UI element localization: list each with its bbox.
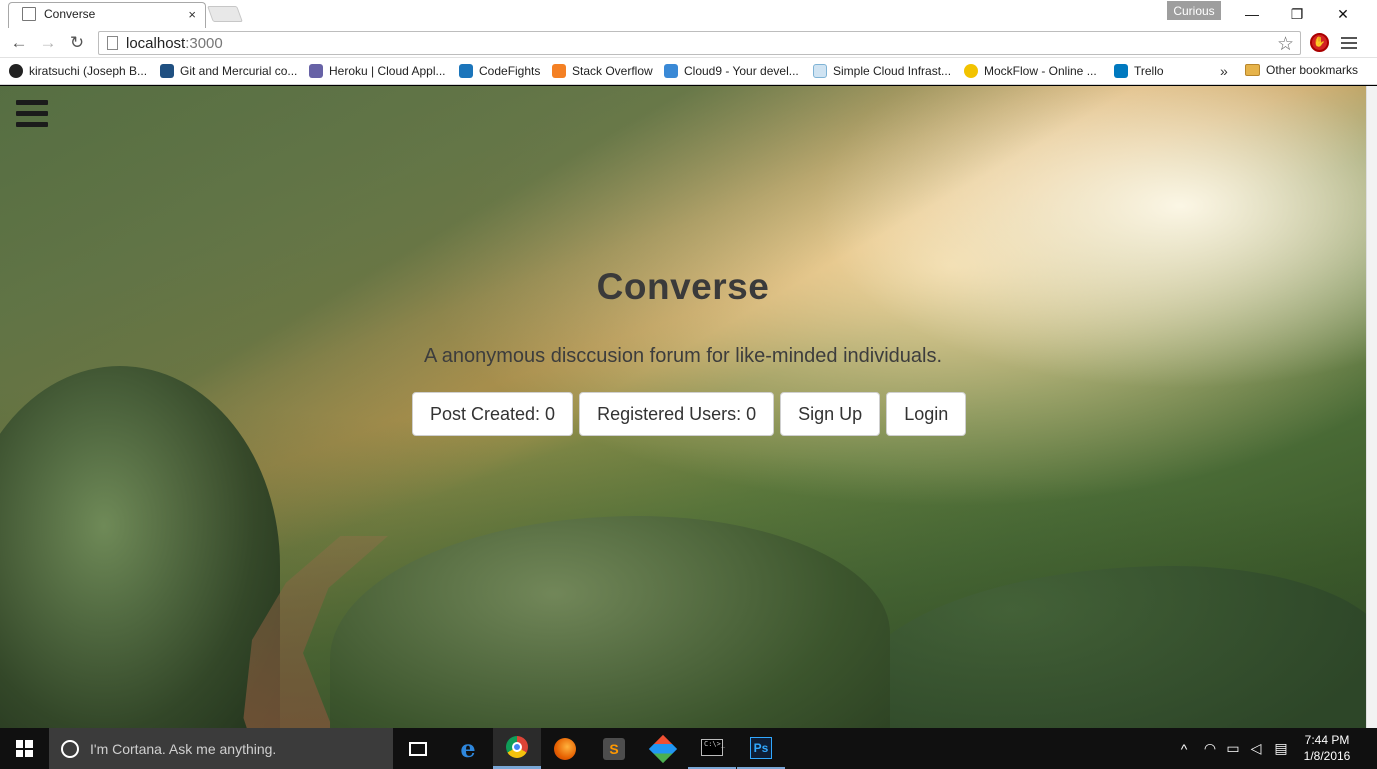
login-button[interactable]: Login <box>886 392 967 436</box>
bookmark-label: Trello <box>1134 64 1164 78</box>
tray-overflow-chevron-icon[interactable]: ^ <box>1173 728 1195 769</box>
other-bookmarks-label: Other bookmarks <box>1266 63 1359 77</box>
folder-icon <box>1245 64 1260 76</box>
bookmark-cloud9[interactable]: Cloud9 - Your devel... <box>664 64 799 78</box>
taskbar-sublime[interactable]: S <box>590 728 638 769</box>
bookmark-star-icon[interactable]: ☆ <box>1277 33 1294 56</box>
back-button[interactable]: ← <box>8 32 30 54</box>
bookmark-label: Heroku | Cloud Appl... <box>329 64 446 78</box>
bookmark-label: Stack Overflow <box>572 64 653 78</box>
bookmark-label: Simple Cloud Infrast... <box>833 64 952 78</box>
bookmark-label: kiratsuchi (Joseph B... <box>29 64 148 78</box>
url-host: localhost <box>126 34 186 52</box>
github-icon <box>9 64 23 78</box>
firefox-icon <box>554 737 576 760</box>
task-view-button[interactable] <box>394 728 442 769</box>
tab-title: Converse <box>44 7 96 21</box>
action-center-icon[interactable]: ▤ <box>1269 728 1293 769</box>
minimize-button[interactable]: — <box>1229 3 1275 25</box>
page-icon <box>107 36 118 50</box>
page-favicon-icon <box>22 7 36 21</box>
address-bar[interactable]: localhost:3000 ☆ <box>98 31 1301 55</box>
trello-icon <box>1114 64 1128 78</box>
taskbar-git[interactable] <box>639 728 687 769</box>
terminal-icon: C:\>_ <box>701 739 725 756</box>
taskbar-terminal[interactable]: C:\>_ <box>688 728 736 769</box>
git-icon <box>648 734 678 763</box>
stackoverflow-icon <box>552 64 566 78</box>
page-subtitle: A anonymous disccusion forum for like-mi… <box>423 345 943 367</box>
bookmark-heroku[interactable]: Heroku | Cloud Appl... <box>309 64 446 78</box>
adblock-extension-icon[interactable]: ✋ <box>1310 33 1329 52</box>
windows-taskbar: I'm Cortana. Ask me anything. e S C:\>_ … <box>0 728 1377 769</box>
mockflow-icon <box>964 64 978 78</box>
clock-date: 1/8/2016 <box>1303 749 1351 763</box>
taskbar-edge[interactable]: e <box>444 728 492 769</box>
taskbar-chrome[interactable] <box>493 728 541 769</box>
bookmarks-bar: kiratsuchi (Joseph B... Git and Mercuria… <box>0 58 1377 85</box>
cloud-icon <box>813 64 827 78</box>
cortana-search-box[interactable]: I'm Cortana. Ask me anything. <box>49 728 393 769</box>
windows-logo-icon <box>15 740 33 757</box>
profile-badge[interactable]: Curious <box>1167 1 1221 20</box>
restore-button[interactable]: ❐ <box>1274 3 1320 25</box>
taskbar-firefox[interactable] <box>541 728 589 769</box>
taskbar-photoshop[interactable]: Ps <box>737 728 785 769</box>
bookmark-label: CodeFights <box>479 64 541 78</box>
bookmark-bitbucket[interactable]: Git and Mercurial co... <box>160 64 297 78</box>
bookmark-mockflow[interactable]: MockFlow - Online ... <box>964 64 1097 78</box>
browser-tab[interactable]: Converse × <box>8 2 206 26</box>
bookmarks-overflow-chevron-icon[interactable]: » <box>1220 63 1228 79</box>
registered-users-button[interactable]: Registered Users: 0 <box>579 392 775 436</box>
close-window-button[interactable]: ✕ <box>1320 3 1366 25</box>
reload-button[interactable]: ↻ <box>66 32 88 54</box>
url-port: :3000 <box>185 34 223 52</box>
tab-close-icon[interactable]: × <box>188 7 196 22</box>
start-button[interactable] <box>0 728 48 769</box>
sublime-text-icon: S <box>603 737 625 760</box>
bitbucket-icon <box>160 64 174 78</box>
page-viewport: Converse A anonymous disccusion forum fo… <box>0 86 1366 728</box>
bookmark-stackoverflow[interactable]: Stack Overflow <box>552 64 653 78</box>
heroku-icon <box>309 64 323 78</box>
system-clock[interactable]: 7:44 PM 1/8/2016 <box>1296 732 1358 764</box>
cortana-placeholder: I'm Cortana. Ask me anything. <box>90 740 277 757</box>
bookmark-label: Git and Mercurial co... <box>180 64 298 78</box>
bookmark-codefights[interactable]: CodeFights <box>459 64 540 78</box>
battery-icon[interactable]: ▭ <box>1222 728 1244 769</box>
bookmark-github[interactable]: kiratsuchi (Joseph B... <box>9 64 147 78</box>
other-bookmarks-folder[interactable]: Other bookmarks <box>1245 63 1358 77</box>
new-tab-button[interactable] <box>207 6 243 22</box>
chrome-icon <box>506 736 528 758</box>
bookmark-trello[interactable]: Trello <box>1114 64 1164 78</box>
chrome-menu-icon[interactable] <box>1341 34 1357 50</box>
forward-button[interactable]: → <box>37 32 59 54</box>
bookmark-digitalocean[interactable]: Simple Cloud Infrast... <box>813 64 951 78</box>
cloud9-icon <box>664 64 678 78</box>
bookmark-label: MockFlow - Online ... <box>984 64 1097 78</box>
wifi-icon[interactable]: ◠ <box>1199 728 1221 769</box>
sign-up-button[interactable]: Sign Up <box>780 392 881 436</box>
browser-titlebar: Converse × Curious — ❐ ✕ <box>0 0 1377 28</box>
volume-icon[interactable]: ◁ <box>1245 728 1267 769</box>
browser-toolbar: ← → ↻ localhost:3000 ☆ ✋ <box>0 28 1377 58</box>
photoshop-icon: Ps <box>750 736 772 759</box>
hero-button-group: Post Created: 0 Registered Users: 0 Sign… <box>412 392 967 436</box>
bookmark-label: Cloud9 - Your devel... <box>684 64 799 78</box>
page-title: Converse <box>596 266 770 307</box>
task-view-icon <box>409 741 427 756</box>
edge-icon: e <box>460 734 476 763</box>
cortana-icon <box>61 739 79 758</box>
codefights-icon <box>459 64 473 78</box>
posts-created-button[interactable]: Post Created: 0 <box>412 392 574 436</box>
hamburger-menu-icon[interactable] <box>16 100 48 130</box>
clock-time: 7:44 PM <box>1304 733 1350 747</box>
scrollbar[interactable] <box>1366 86 1377 728</box>
